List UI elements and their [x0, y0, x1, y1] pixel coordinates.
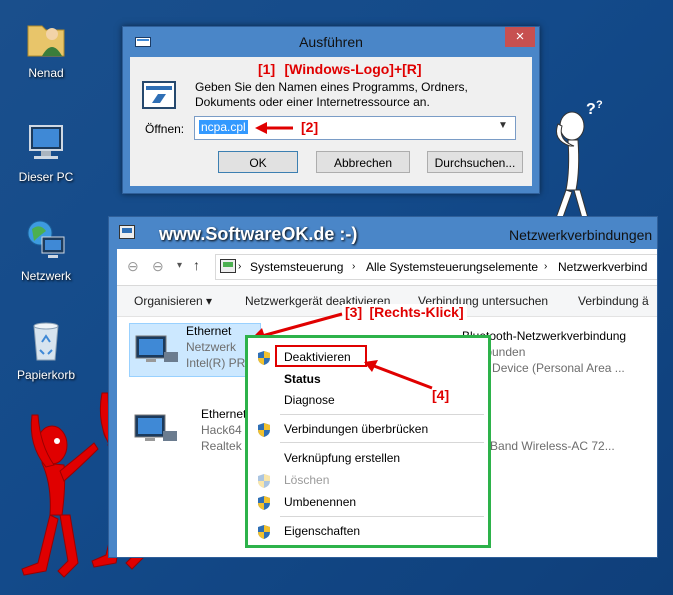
desktop-icon-this-pc[interactable]: Dieser PC — [1, 120, 91, 184]
up-arrow-icon[interactable]: ↑ — [193, 257, 200, 273]
menu-item-verbindungen-überbrücken[interactable]: Verbindungen überbrücken — [248, 420, 488, 440]
open-label: Öffnen: — [145, 122, 185, 136]
annotation-number: [1] — [258, 61, 276, 77]
breadcrumb-item[interactable]: Alle Systemsteuerungselemente — [366, 260, 538, 274]
thinking-figure: ? ? — [547, 100, 603, 225]
menu-item-verknüpfung-erstellen[interactable]: Verknüpfung erstellen — [248, 449, 488, 469]
annotation-number: [2] — [301, 119, 319, 135]
svg-text:?: ? — [586, 101, 596, 118]
close-button[interactable]: × — [505, 27, 535, 47]
breadcrumb[interactable]: › Systemsteuerung › Alle Systemsteuerung… — [215, 254, 657, 280]
run-description: Geben Sie den Namen eines Programms, Ord… — [195, 80, 468, 109]
network-adapter-icon — [135, 335, 178, 362]
highlight-box — [275, 345, 367, 367]
menu-item-diagnose[interactable]: Diagnose — [248, 391, 488, 411]
svg-text:?: ? — [596, 100, 603, 111]
menu-item-label: Verknüpfung erstellen — [284, 451, 401, 465]
forward-icon[interactable]: ⊖ — [152, 258, 164, 275]
ok-button[interactable]: OK — [218, 151, 298, 173]
shield-icon — [257, 495, 271, 511]
breadcrumb-separator: › — [544, 261, 548, 272]
right-click-annotation: [3] [Rechts-Klick] — [342, 304, 467, 320]
connection-name: Ethernet — [186, 324, 232, 338]
shield-icon — [257, 350, 271, 366]
menu-separator — [280, 442, 484, 443]
run-dialog: Ausführen × [1] [Windows-Logo]+[R] Geben… — [122, 26, 540, 194]
menu-separator — [280, 414, 484, 415]
desktop-icon-recycle-bin[interactable]: Papierkorb — [1, 318, 91, 382]
menu-item-label: Löschen — [284, 473, 330, 487]
list-item[interactable]: Ethernet Hack64 Realtek PC — [129, 403, 262, 455]
chevron-down-icon[interactable]: ▼ — [498, 120, 508, 131]
list-item[interactable]: Ethernet Netzwerk Intel(R) PRO — [129, 323, 261, 377]
address-bar: ⊖ ⊖ ▾ ↑ › Systemsteuerung › Alle Systems… — [117, 249, 657, 286]
desktop-icon-user[interactable]: Nenad — [1, 16, 91, 80]
computer-icon — [24, 120, 68, 164]
chevron-down-icon[interactable]: ▾ — [177, 260, 182, 271]
desktop-icon-label: Nenad — [28, 66, 64, 80]
menu-item-label: Status — [284, 372, 321, 386]
list-item[interactable]: iert Dual Band Wireless-AC 72... — [462, 423, 657, 463]
menu-item-label: Diagnose — [284, 393, 335, 407]
annotation-number: [4] — [432, 387, 450, 403]
breadcrumb-item[interactable]: Systemsteuerung — [250, 260, 343, 274]
open-input-value[interactable]: ncpa.cpl — [199, 120, 248, 134]
desktop-icon-label: Papierkorb — [16, 368, 76, 382]
menu-item-löschen: Löschen — [248, 471, 488, 491]
annotation-text: [Windows-Logo]+[R] — [284, 61, 422, 77]
run-dialog-body: [1] [Windows-Logo]+[R] Geben Sie den Nam… — [130, 57, 532, 186]
control-panel-icon — [220, 259, 236, 273]
browse-button[interactable]: Durchsuchen... — [427, 151, 523, 173]
back-icon[interactable]: ⊖ — [127, 258, 139, 275]
menu-item-label: Umbenennen — [284, 495, 357, 509]
list-item[interactable]: Bluetooth-Netzwerkverbindung t verbunden… — [462, 323, 657, 375]
run-hint-annotation: [1] [Windows-Logo]+[R] — [258, 61, 422, 77]
breadcrumb-item[interactable]: Netzwerkverbind — [558, 260, 647, 274]
shield-icon — [257, 524, 271, 540]
organize-menu[interactable]: Organisieren ▾ — [134, 294, 212, 308]
desktop-icon-network[interactable]: Netzwerk — [1, 219, 91, 283]
breadcrumb-separator: › — [238, 261, 242, 272]
red-arrow-icon — [255, 122, 293, 134]
red-arrow-icon — [364, 360, 433, 390]
connection-name: Ethernet — [201, 407, 247, 421]
annotation-text: [Rechts-Klick] — [369, 304, 464, 320]
connection-status: Hack64 — [201, 423, 242, 437]
menu-separator — [280, 516, 484, 517]
connection-status: Netzwerk — [186, 340, 237, 354]
network-adapter-icon — [134, 414, 177, 441]
desktop-icon-label: Dieser PC — [18, 170, 74, 184]
annotation-number: [3] — [345, 304, 363, 320]
run-dialog-title: Ausführen — [299, 34, 363, 50]
run-app-icon — [142, 81, 176, 109]
desktop-icon-label: Netzwerk — [20, 269, 71, 283]
menu-item-eigenschaften[interactable]: Eigenschaften — [248, 522, 488, 542]
breadcrumb-separator: › — [352, 261, 356, 272]
change-connection-button[interactable]: Verbindung ä — [578, 294, 649, 308]
shield-icon — [257, 422, 271, 438]
open-combobox[interactable]: ncpa.cpl ▼ — [194, 116, 516, 140]
recycle-bin-icon — [24, 318, 68, 362]
cancel-button[interactable]: Abbrechen — [316, 151, 410, 173]
shield-icon — [257, 473, 271, 489]
explorer-title: Netzwerkverbindungen — [509, 227, 653, 243]
network-icon — [24, 219, 68, 263]
menu-item-umbenennen[interactable]: Umbenennen — [248, 493, 488, 513]
menu-item-label: Eigenschaften — [284, 524, 361, 538]
watermark-text: www.SoftwareOK.de :-) — [159, 224, 358, 244]
network-connections-icon — [119, 225, 135, 239]
menu-item-label: Verbindungen überbrücken — [284, 422, 429, 436]
user-folder-icon — [24, 16, 68, 60]
